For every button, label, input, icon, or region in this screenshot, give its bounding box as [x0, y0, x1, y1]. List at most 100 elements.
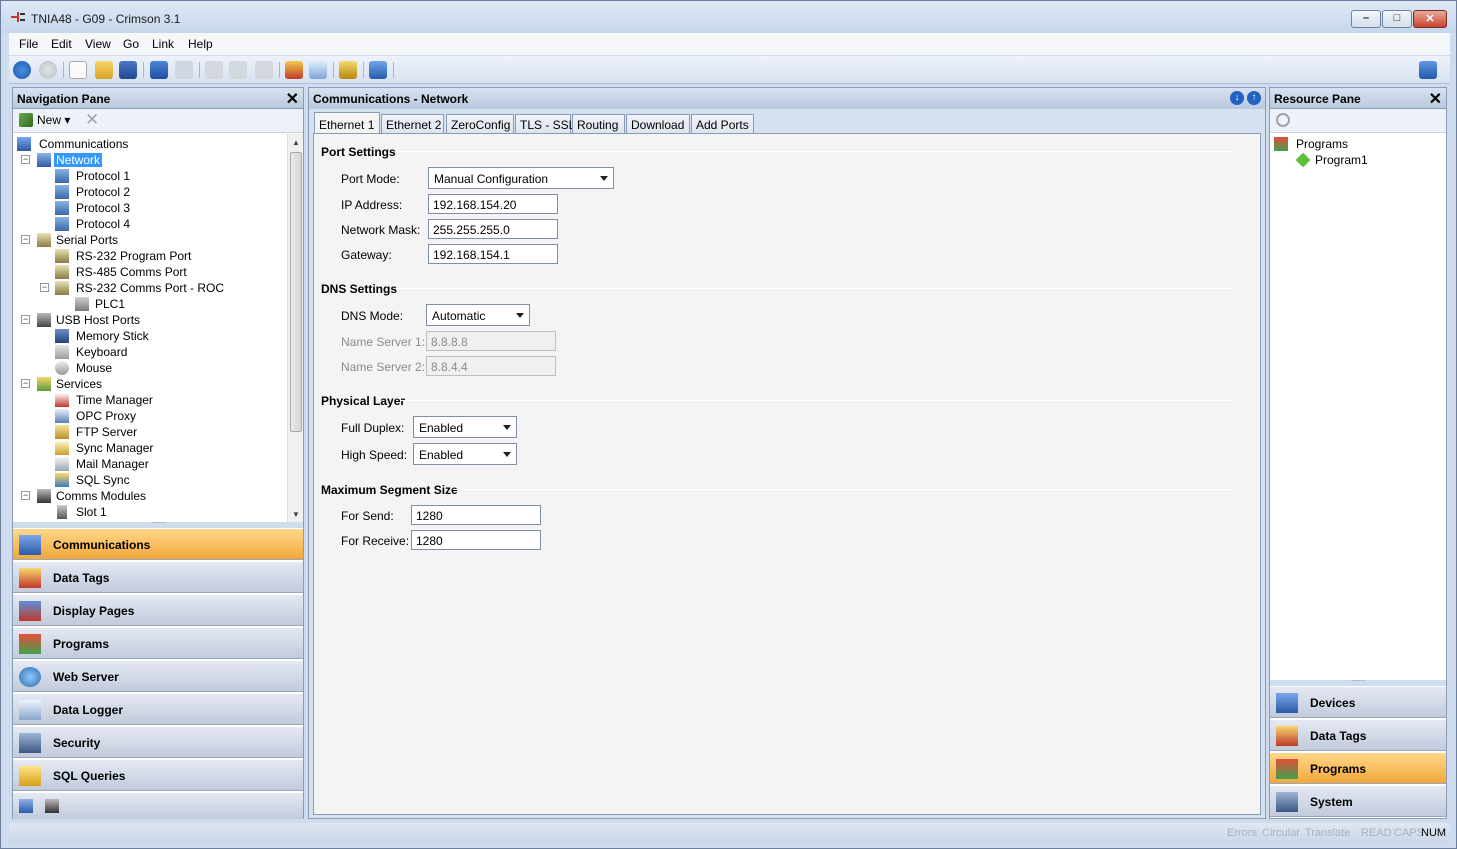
status-bar: Errors Circular Translate READ CAPS NUM — [9, 823, 1450, 843]
gateway-field[interactable]: 192.168.154.1 — [428, 244, 558, 264]
res-category-data-tags[interactable]: Data Tags — [1270, 719, 1446, 751]
network-mask-label: Network Mask: — [341, 223, 421, 237]
chevron-down-icon — [516, 313, 524, 318]
forward-icon[interactable] — [39, 61, 57, 79]
nav-category-data-tags[interactable]: Data Tags — [13, 561, 303, 593]
res-category-programs[interactable]: Programs — [1270, 752, 1446, 784]
open-folder-icon[interactable] — [95, 61, 113, 79]
nav-category-communications[interactable]: Communications — [13, 528, 303, 560]
resource-toolbar — [1270, 109, 1446, 133]
scroll-down-icon[interactable]: ▼ — [292, 510, 300, 519]
help-icon[interactable] — [1419, 61, 1437, 79]
serial-port-icon — [55, 265, 69, 279]
high-speed-dropdown[interactable]: Enabled — [413, 443, 517, 465]
print-icon[interactable] — [309, 61, 327, 79]
memory-stick-icon — [55, 329, 69, 343]
menu-edit[interactable]: Edit — [51, 37, 72, 51]
full-duplex-label: Full Duplex: — [341, 421, 405, 435]
web-server-icon — [19, 667, 41, 687]
nav-category-display-pages[interactable]: Display Pages — [13, 594, 303, 626]
new-button[interactable]: New ▾ — [19, 113, 70, 127]
dns-mode-dropdown[interactable]: Automatic — [426, 304, 530, 326]
undo-icon[interactable] — [150, 61, 168, 79]
menu-help[interactable]: Help — [188, 37, 213, 51]
tab-ethernet-2[interactable]: Ethernet 2 — [381, 114, 444, 134]
port-mode-dropdown[interactable]: Manual Configuration — [428, 167, 614, 189]
for-receive-field[interactable]: 1280 — [411, 530, 541, 550]
redo-icon[interactable] — [175, 61, 193, 79]
menu-link[interactable]: Link — [152, 37, 174, 51]
close-window-button[interactable]: ✕ — [1413, 10, 1447, 28]
resource-pane-header: Resource Pane ✕ — [1270, 88, 1446, 109]
new-button-label: New — [37, 113, 62, 127]
tree-item-network[interactable]: − Network — [17, 152, 287, 168]
nav-category-sql-queries[interactable]: SQL Queries — [13, 759, 303, 791]
dns-mode-label: DNS Mode: — [341, 309, 404, 323]
menu-file[interactable]: File — [19, 37, 38, 51]
maximize-button[interactable]: □ — [1382, 10, 1412, 28]
menu-view[interactable]: View — [85, 37, 111, 51]
minimize-icon: – — [1362, 12, 1370, 24]
data-tags-icon — [1276, 726, 1298, 746]
scroll-up-icon[interactable]: ▲ — [292, 138, 300, 147]
nav-category-web-server[interactable]: Web Server — [13, 660, 303, 692]
menu-go[interactable]: Go — [123, 37, 139, 51]
resource-pane-close-icon[interactable]: ✕ — [1429, 89, 1442, 109]
previous-item-icon[interactable]: ↑ — [1247, 91, 1261, 105]
close-icon: ✕ — [1425, 13, 1435, 25]
tab-ethernet-1[interactable]: Ethernet 1 — [314, 112, 380, 133]
new-file-icon[interactable] — [69, 61, 87, 79]
tab-tls-ssl[interactable]: TLS - SSL — [515, 114, 575, 134]
protocol-icon — [55, 169, 69, 183]
serial-port-icon — [55, 281, 69, 295]
mouse-icon — [55, 361, 69, 375]
delete-icon[interactable]: ✕ — [85, 110, 99, 130]
nav-category-programs[interactable]: Programs — [13, 627, 303, 659]
copy-icon[interactable] — [229, 61, 247, 79]
usb-icon — [37, 313, 51, 327]
window-title: TNIA48 - G09 - Crimson 3.1 — [31, 12, 181, 26]
full-duplex-dropdown[interactable]: Enabled — [413, 416, 517, 438]
modules-small-icon[interactable] — [45, 799, 59, 813]
tab-add-ports[interactable]: Add Ports — [691, 114, 754, 134]
sql-sync-icon — [55, 473, 69, 487]
cut-icon[interactable] — [205, 61, 223, 79]
communications-icon — [17, 137, 31, 151]
send-icon[interactable] — [369, 61, 387, 79]
navigation-pane-close-icon[interactable]: ✕ — [286, 89, 299, 109]
find-all-icon[interactable] — [285, 61, 303, 79]
res-category-devices[interactable]: Devices — [1270, 686, 1446, 718]
search-icon[interactable] — [1276, 113, 1290, 127]
for-send-field[interactable]: 1280 — [411, 505, 541, 525]
tab-download[interactable]: Download — [626, 114, 690, 134]
next-item-icon[interactable]: ↓ — [1230, 91, 1244, 105]
ip-address-field[interactable]: 192.168.154.20 — [428, 194, 558, 214]
nav-category-security[interactable]: Security — [13, 726, 303, 758]
minimize-button[interactable]: – — [1351, 10, 1381, 28]
main-toolbar — [9, 56, 1450, 84]
chevron-down-icon — [503, 452, 511, 457]
nav-category-data-logger[interactable]: Data Logger — [13, 693, 303, 725]
scroll-thumb[interactable] — [290, 152, 302, 432]
res-category-system[interactable]: System — [1270, 785, 1446, 817]
navigation-pane-title: Navigation Pane — [17, 92, 111, 106]
paste-icon[interactable] — [255, 61, 273, 79]
tab-zeroconfig[interactable]: ZeroConfig — [446, 114, 514, 134]
physical-layer-heading: Physical Layer — [321, 394, 406, 408]
status-num: NUM — [1421, 827, 1447, 839]
network-mask-field[interactable]: 255.255.255.0 — [428, 219, 558, 239]
tab-routing[interactable]: Routing — [572, 114, 625, 134]
link-device-icon[interactable] — [339, 61, 357, 79]
security-icon — [19, 733, 41, 753]
time-manager-icon — [55, 393, 69, 407]
resource-pane: Resource Pane ✕ Programs Program1 ⋯⋯ Dev… — [1269, 87, 1447, 819]
navigation-tree-scrollbar[interactable]: ▲ ▼ — [287, 134, 303, 522]
plc-icon — [75, 297, 89, 311]
back-icon[interactable] — [13, 61, 31, 79]
name-server-1-field: 8.8.8.8 — [426, 331, 556, 351]
ethernet-1-settings: Port Settings Port Mode: Manual Configur… — [313, 133, 1261, 815]
save-icon[interactable] — [119, 61, 137, 79]
network-small-icon[interactable] — [19, 799, 33, 813]
app-logo-icon — [11, 12, 25, 22]
dns-settings-heading: DNS Settings — [321, 282, 398, 296]
